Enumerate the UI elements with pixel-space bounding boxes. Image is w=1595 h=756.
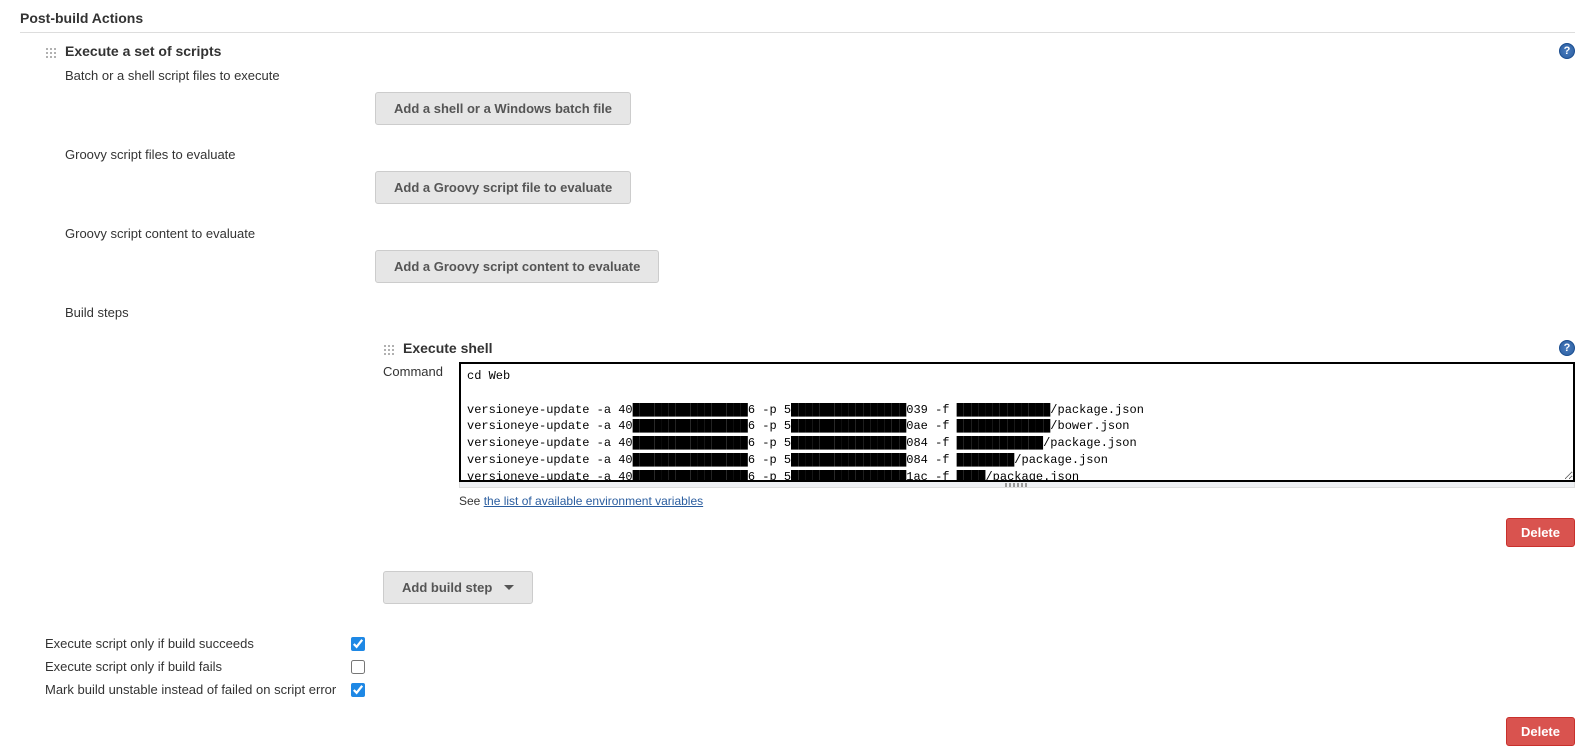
add-batch-button[interactable]: Add a shell or a Windows batch file [375,92,631,125]
help-icon[interactable]: ? [1559,43,1575,59]
delete-shell-button[interactable]: Delete [1506,518,1575,547]
fail-checkbox[interactable] [351,660,365,674]
command-label: Command [383,362,459,379]
command-textarea[interactable] [459,362,1575,482]
fail-checkbox-label: Execute script only if build fails [45,659,341,674]
unstable-checkbox[interactable] [351,683,365,697]
succeed-checkbox-label: Execute script only if build succeeds [45,636,341,651]
delete-section-button[interactable]: Delete [1506,717,1575,746]
env-vars-hint: See the list of available environment va… [459,494,1575,508]
build-steps-label: Build steps [45,302,375,320]
succeed-checkbox[interactable] [351,637,365,651]
groovy-files-label: Groovy script files to evaluate [45,144,375,162]
drag-handle-icon[interactable] [383,344,395,356]
help-icon[interactable]: ? [1559,340,1575,356]
add-build-step-button[interactable]: Add build step [383,571,533,604]
env-vars-link[interactable]: the list of available environment variab… [484,494,703,508]
resize-handle[interactable] [459,482,1575,488]
groovy-content-label: Groovy script content to evaluate [45,223,375,241]
batch-label: Batch or a shell script files to execute [45,65,375,83]
chevron-down-icon [504,585,514,590]
execute-shell-title: Execute shell [403,340,493,356]
section-header: Post-build Actions [20,10,1575,33]
add-groovy-file-button[interactable]: Add a Groovy script file to evaluate [375,171,631,204]
execute-scripts-title: Execute a set of scripts [65,43,221,59]
add-groovy-content-button[interactable]: Add a Groovy script content to evaluate [375,250,659,283]
drag-handle-icon[interactable] [45,47,57,59]
